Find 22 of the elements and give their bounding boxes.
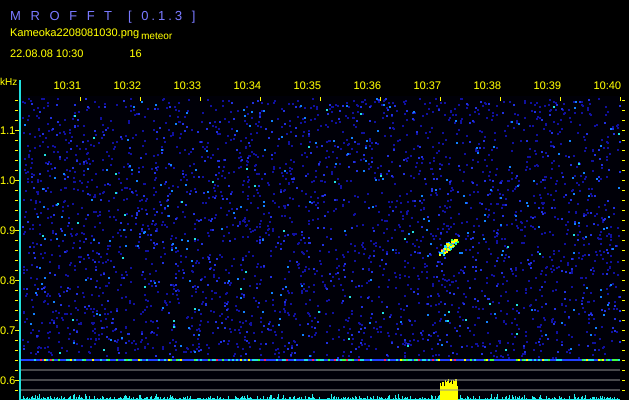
detection-count: 16 [129, 47, 142, 62]
frequency-label: 0.7 [0, 325, 16, 337]
frequency-label: 0.8 [0, 275, 16, 287]
time-label: 10:35 [293, 80, 321, 92]
file-name: Kameoka2208081030.png [10, 26, 140, 41]
time-label: 10:40 [593, 80, 621, 92]
detection-label: meteor [141, 30, 172, 44]
time-label: 10:39 [533, 80, 561, 92]
frequency-label: 1.0 [0, 175, 16, 187]
time-label: 10:31 [53, 80, 81, 92]
date-time: 22.08.08 10:30 [10, 47, 84, 62]
time-label: 10:32 [113, 80, 141, 92]
time-label: 10:33 [173, 80, 201, 92]
time-label: 10:38 [473, 80, 501, 92]
frequency-label: 0.9 [0, 225, 16, 237]
time-label: 10:34 [233, 80, 261, 92]
frequency-label: 0.6 [0, 375, 16, 387]
time-label: 10:36 [353, 80, 381, 92]
time-label: 10:37 [413, 80, 441, 92]
axis-unit: kHz [0, 77, 18, 88]
app-title: M R O F F T [ 0.1.3 ] [10, 8, 200, 24]
frequency-label: 1.1 [0, 125, 16, 137]
